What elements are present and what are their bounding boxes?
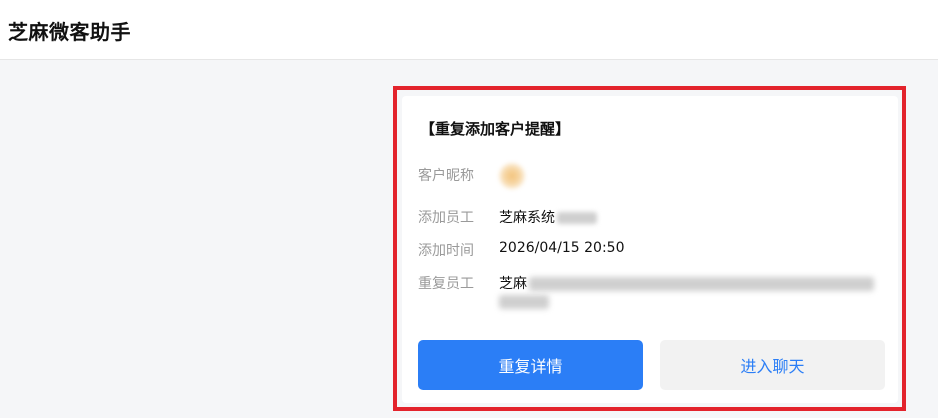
staff-label: 添加员工 bbox=[418, 210, 474, 226]
card-title: 【重复添加客户提醒】 bbox=[420, 120, 571, 138]
app-header: 芝麻微客助手 bbox=[0, 0, 938, 60]
time-value: 2026/04/15 20:50 bbox=[499, 240, 625, 256]
enter-chat-button[interactable]: 进入聊天 bbox=[660, 340, 885, 390]
staff-value-text: 芝麻系统 bbox=[499, 210, 555, 226]
redacted-text bbox=[529, 277, 874, 291]
duplicate-staff-value: 芝麻 bbox=[499, 273, 874, 293]
staff-value: 芝麻系统 bbox=[499, 207, 597, 227]
nickname-label: 客户昵称 bbox=[418, 168, 474, 184]
duplicate-details-button[interactable]: 重复详情 bbox=[418, 340, 643, 390]
duplicate-staff-text: 芝麻 bbox=[499, 276, 527, 292]
customer-avatar bbox=[499, 163, 525, 189]
duplicate-customer-card: 【重复添加客户提醒】 客户昵称 添加员工 芝麻系统 添加时间 2026/04/1… bbox=[402, 96, 898, 403]
app-title: 芝麻微客助手 bbox=[8, 20, 131, 44]
duplicate-staff-value-cont bbox=[499, 295, 549, 313]
redacted-text bbox=[499, 295, 549, 309]
redacted-text bbox=[557, 212, 597, 224]
duplicate-staff-label: 重复员工 bbox=[418, 276, 474, 292]
time-label: 添加时间 bbox=[418, 243, 474, 259]
